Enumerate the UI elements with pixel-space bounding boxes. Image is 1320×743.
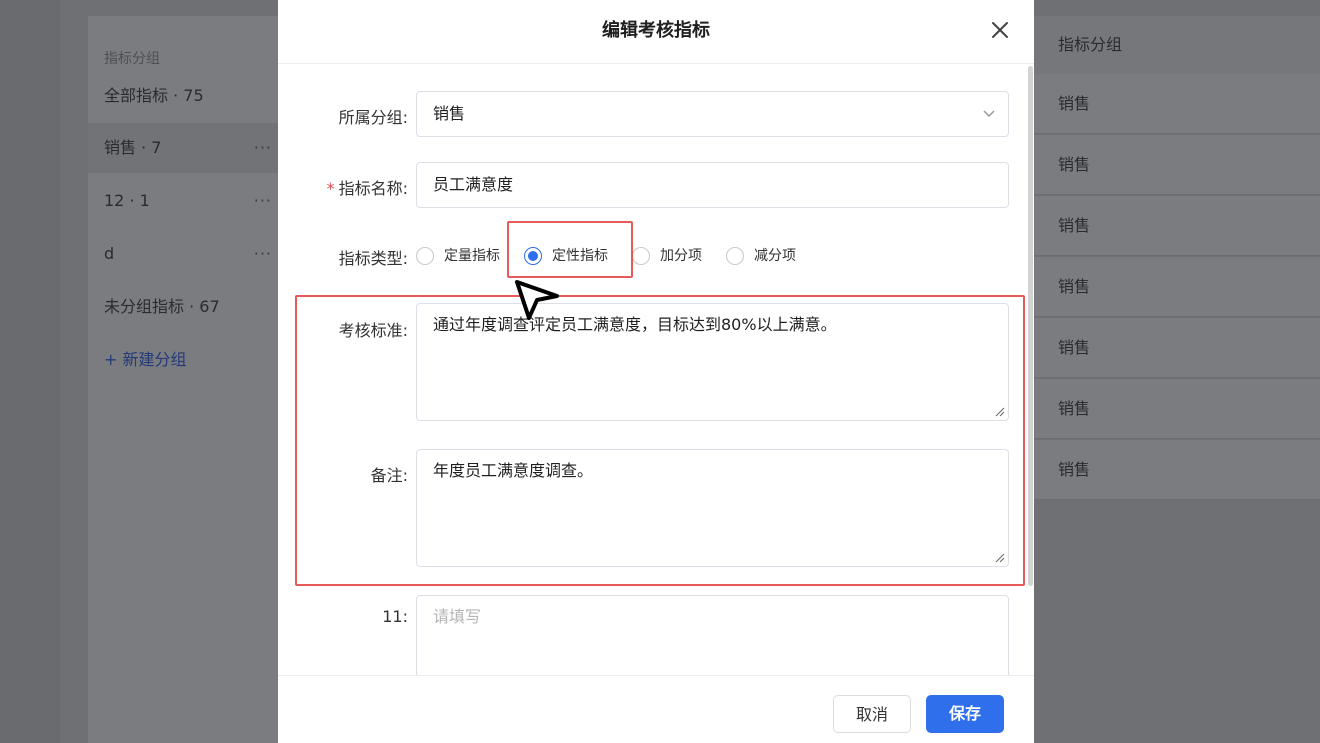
dialog-footer: 取消 保存	[278, 675, 1034, 743]
chevron-down-icon	[983, 110, 995, 118]
radio-label: 定性指标	[552, 248, 608, 264]
required-mark: *	[326, 179, 335, 198]
group-panel: 指标分组 全部指标 · 75 销售 · 7 ··· 12 · 1 ··· d ·…	[88, 16, 288, 743]
group-item-ungrouped[interactable]: 未分组指标 · 67	[88, 282, 288, 332]
name-label: * 指标名称:	[278, 175, 408, 199]
criteria-label: 考核标准:	[338, 321, 408, 340]
background-left-rail	[0, 0, 60, 743]
group-label: 所属分组:	[338, 108, 408, 127]
table-row[interactable]: 销售	[1034, 74, 1320, 134]
table-row[interactable]: 销售	[1034, 135, 1320, 195]
mouse-pointer-icon	[515, 280, 559, 320]
indicator-name-value: 员工满意度	[433, 175, 514, 194]
name-label-text: 指标名称:	[338, 179, 408, 198]
radio-circle-icon	[632, 247, 650, 265]
more-icon[interactable]: ···	[254, 123, 272, 173]
dialog-title: 编辑考核指标	[602, 20, 710, 41]
dialog-header: 编辑考核指标	[278, 0, 1034, 64]
radio-circle-icon	[416, 247, 434, 265]
group-item-label: 12 · 1	[104, 191, 150, 210]
resize-handle-icon[interactable]	[995, 553, 1005, 563]
new-group-button[interactable]: + 新建分组	[88, 335, 288, 385]
table-row[interactable]: 销售	[1034, 318, 1320, 378]
group-item-label: d	[104, 244, 115, 263]
radio-label: 加分项	[660, 248, 702, 264]
group-item-label: 销售 · 7	[104, 138, 162, 157]
group-item-label: 未分组指标 · 67	[104, 297, 220, 316]
more-icon[interactable]: ···	[254, 176, 272, 226]
table-row[interactable]: 销售	[1034, 196, 1320, 256]
radio-label: 定量指标	[444, 248, 500, 264]
group-item-sales[interactable]: 销售 · 7 ···	[88, 123, 288, 173]
cancel-button[interactable]: 取消	[833, 695, 911, 733]
table-row[interactable]: 销售	[1034, 379, 1320, 439]
custom-field-placeholder: 请填写	[433, 607, 482, 626]
resize-handle-icon[interactable]	[995, 407, 1005, 417]
remark-textarea[interactable]: 年度员工满意度调查。	[416, 449, 1009, 567]
table-row[interactable]: 销售	[1034, 440, 1320, 500]
table-header: 指标分组	[1034, 16, 1320, 74]
table-row[interactable]: 销售	[1034, 257, 1320, 317]
edit-indicator-dialog: 编辑考核指标 所属分组: 销售 * 指标名称: 员工满意度 指标类型: 定量指标 …	[278, 0, 1034, 743]
group-select[interactable]: 销售	[416, 91, 1009, 137]
remark-label: 备注:	[370, 466, 408, 485]
criteria-textarea[interactable]: 通过年度调查评定员工满意度，目标达到80%以上满意。	[416, 303, 1009, 421]
radio-circle-icon	[726, 247, 744, 265]
group-item-label: 全部指标 · 75	[104, 86, 204, 105]
group-panel-header: 指标分组	[104, 51, 160, 67]
radio-label: 减分项	[754, 248, 796, 264]
indicator-table: 指标分组 销售 销售 销售 销售 销售 销售 销售	[1034, 16, 1320, 743]
type-label: 指标类型:	[338, 249, 408, 268]
indicator-name-input[interactable]: 员工满意度	[416, 162, 1009, 208]
dialog-scrollbar[interactable]	[1028, 66, 1033, 586]
save-button[interactable]: 保存	[926, 695, 1004, 733]
group-item-d[interactable]: d ···	[88, 229, 288, 279]
remark-value: 年度员工满意度调查。	[433, 461, 594, 480]
group-select-value: 销售	[433, 104, 466, 123]
group-item-all[interactable]: 全部指标 · 75	[88, 71, 288, 121]
group-item-12[interactable]: 12 · 1 ···	[88, 176, 288, 226]
custom-field-label: 11:	[382, 607, 408, 626]
criteria-value: 通过年度调查评定员工满意度，目标达到80%以上满意。	[433, 315, 837, 334]
radio-selected-icon	[524, 247, 542, 265]
custom-field-textarea[interactable]: 请填写	[416, 595, 1009, 685]
close-icon[interactable]	[988, 18, 1012, 42]
more-icon[interactable]: ···	[254, 229, 272, 279]
